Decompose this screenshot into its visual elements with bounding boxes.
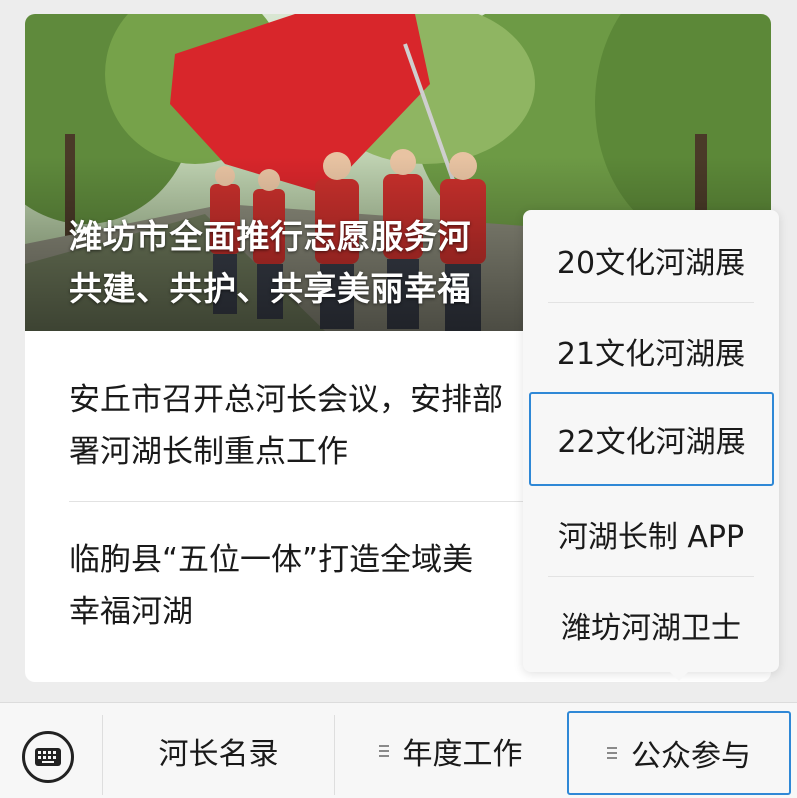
- submenu-item-22-culture-exhibition[interactable]: 22文化河湖展: [529, 392, 774, 486]
- menu-lines-icon: [607, 746, 617, 760]
- tab-label: 年度工作: [402, 737, 523, 772]
- submenu-item-river-chief-app[interactable]: 河湖长制 APP: [523, 488, 779, 579]
- submenu-item-label: 22文化河湖展: [557, 425, 746, 460]
- tab-river-chief-directory[interactable]: 河长名录: [103, 703, 334, 798]
- submenu-item-20-culture-exhibition[interactable]: 20文化河湖展: [523, 214, 779, 305]
- submenu-popup: 20文化河湖展 21文化河湖展 22文化河湖展 河湖长制 APP 潍坊河湖卫士: [523, 210, 779, 672]
- tab-label: 河长名录: [158, 737, 279, 772]
- submenu-item-weifang-river-guardian[interactable]: 潍坊河湖卫士: [523, 579, 779, 670]
- menu-lines-icon: [378, 744, 389, 758]
- popup-pointer: [668, 670, 690, 681]
- submenu-separator: [548, 302, 754, 303]
- submenu-item-21-culture-exhibition[interactable]: 21文化河湖展: [523, 305, 779, 396]
- tab-annual-work[interactable]: 年度工作: [335, 703, 566, 798]
- submenu-separator: [548, 576, 754, 577]
- tab-label: 公众参与: [631, 739, 751, 774]
- page: 潍坊市全面推行志愿服务河 共建、共护、共享美丽幸福 安丘市召开总河长会议，安排部…: [0, 0, 797, 798]
- keyboard-toggle-button[interactable]: [22, 731, 74, 783]
- tab-public-participation[interactable]: 公众参与: [567, 711, 791, 795]
- submenu-item-label: 河湖长制 APP: [557, 519, 745, 555]
- submenu-item-label: 21文化河湖展: [556, 336, 746, 372]
- article-divider: [69, 501, 539, 502]
- submenu-item-label: 潍坊河湖卫士: [561, 610, 741, 646]
- bottom-menu-bar: 河长名录 年度工作 公众参与: [0, 702, 797, 798]
- keyboard-icon: [35, 748, 61, 766]
- submenu-item-label: 20文化河湖展: [556, 245, 746, 281]
